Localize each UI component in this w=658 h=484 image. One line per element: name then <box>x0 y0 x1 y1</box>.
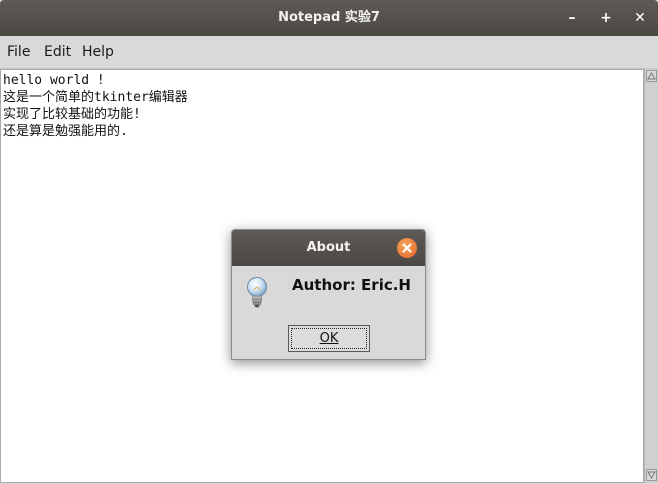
menu-edit[interactable]: Edit <box>44 36 71 68</box>
editor-line: 还是算是勉强能用的. <box>3 124 128 139</box>
menu-bar: File Edit Help <box>0 36 658 69</box>
menu-file[interactable]: File <box>7 36 30 68</box>
window-title: Notepad 实验7 <box>278 10 380 25</box>
lightbulb-icon <box>247 277 267 308</box>
maximize-icon: + <box>600 10 612 26</box>
notepad-window: Notepad 实验7 – + ✕ File Edit Help hello w… <box>0 0 658 484</box>
maximize-button[interactable]: + <box>596 8 616 28</box>
dialog-title-bar[interactable]: About <box>232 230 425 266</box>
dialog-message: Author: Eric.H <box>292 276 411 294</box>
menu-help[interactable]: Help <box>82 36 114 68</box>
editor-line: hello world ! <box>3 73 105 88</box>
minimize-button[interactable]: – <box>562 8 582 28</box>
vertical-scrollbar[interactable] <box>644 69 658 483</box>
ok-button-label: OK <box>319 331 339 346</box>
about-dialog: About Author: Eric.H OK <box>231 229 426 360</box>
dialog-close-button[interactable] <box>397 238 417 258</box>
minimize-icon: – <box>568 10 576 26</box>
close-icon <box>402 243 412 253</box>
scroll-up-arrow[interactable] <box>646 70 657 82</box>
arrow-down-icon <box>647 471 656 479</box>
close-icon: ✕ <box>634 10 646 26</box>
scroll-down-arrow[interactable] <box>646 469 657 481</box>
editor-line: 这是一个简单的tkinter编辑器 <box>3 90 188 105</box>
editor-line: 实现了比较基础的功能! <box>3 107 141 122</box>
close-button[interactable]: ✕ <box>630 8 650 28</box>
ok-button[interactable]: OK <box>288 325 370 352</box>
arrow-up-icon <box>647 72 656 80</box>
title-bar[interactable]: Notepad 实验7 – + ✕ <box>0 0 658 36</box>
